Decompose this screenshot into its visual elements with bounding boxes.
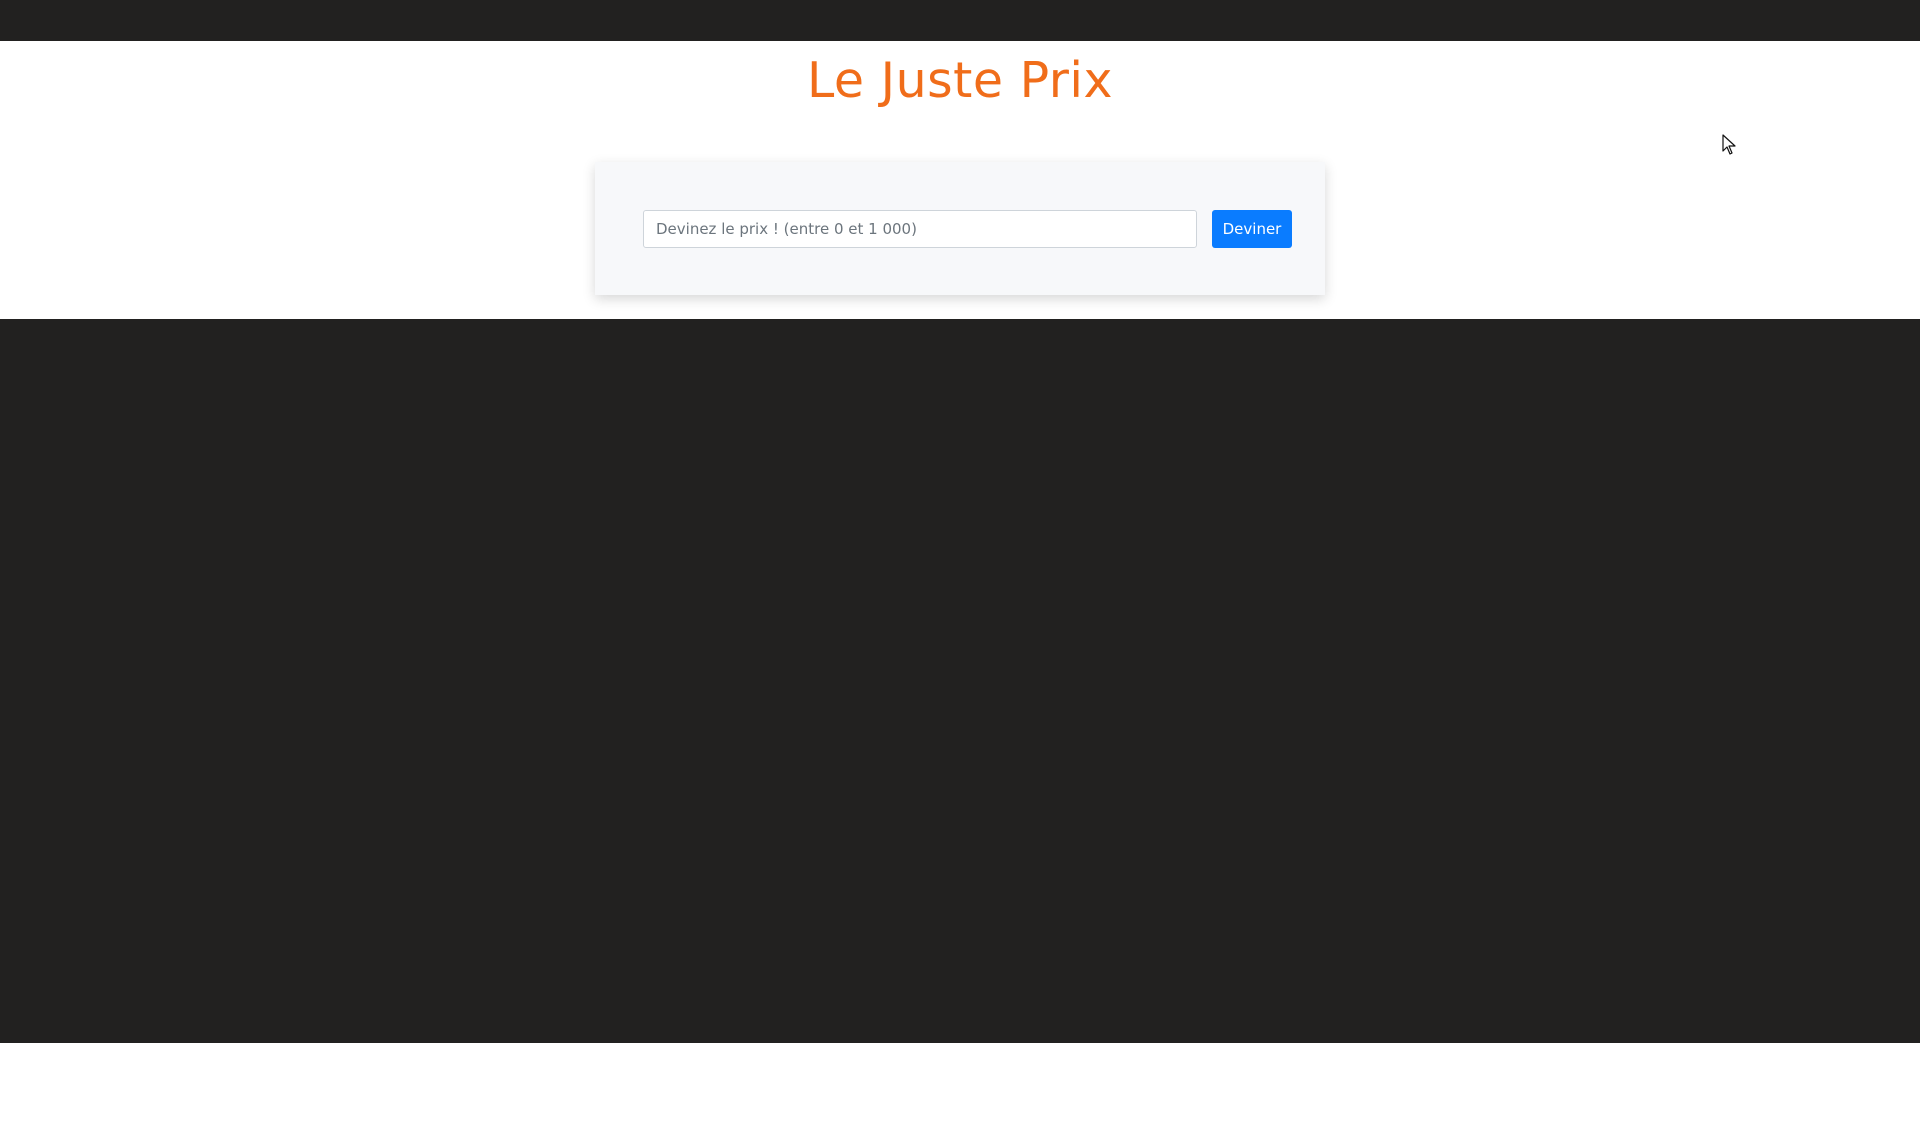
price-guess-input[interactable] — [643, 210, 1197, 248]
page: Le Juste Prix Deviner — [0, 0, 1920, 1144]
guess-form-card: Deviner — [595, 162, 1325, 295]
dark-content-area — [0, 319, 1920, 1043]
guess-button[interactable]: Deviner — [1212, 210, 1292, 248]
top-dark-band — [0, 0, 1920, 41]
page-title: Le Juste Prix — [806, 52, 1114, 109]
mouse-pointer-icon — [1722, 134, 1736, 155]
